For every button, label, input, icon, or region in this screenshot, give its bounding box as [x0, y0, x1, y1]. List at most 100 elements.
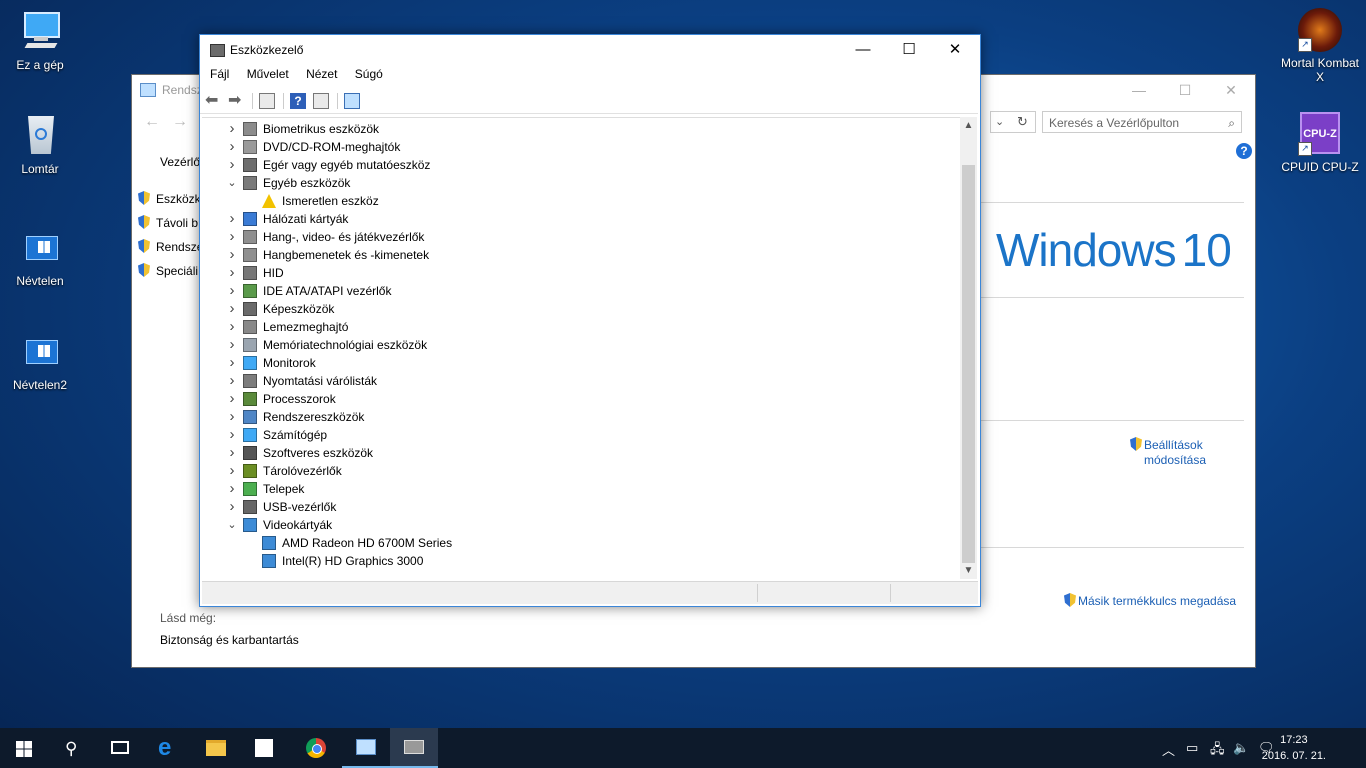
tree-item[interactable]: AMD Radeon HD 6700M Series: [202, 534, 960, 552]
chevron-right-icon[interactable]: ›: [226, 354, 238, 372]
menu-view[interactable]: Nézet: [306, 67, 337, 81]
left-link-advanced[interactable]: Speciáli: [138, 263, 198, 278]
chevron-right-icon[interactable]: ›: [226, 336, 238, 354]
maximize-button[interactable]: ☐: [886, 35, 932, 65]
tree-item[interactable]: › Szoftveres eszközök: [202, 444, 960, 462]
tree-item[interactable]: › Egér vagy egyéb mutatóeszköz: [202, 156, 960, 174]
tree-item[interactable]: › Nyomtatási várólisták: [202, 372, 960, 390]
minimize-button[interactable]: —: [1116, 75, 1162, 105]
close-button[interactable]: ✕: [932, 35, 978, 65]
chevron-right-icon[interactable]: ›: [226, 426, 238, 444]
device-manager-window[interactable]: Eszközkezelő — ☐ ✕ Fájl Művelet Nézet Sú…: [199, 34, 981, 607]
help-icon[interactable]: ?: [290, 93, 306, 109]
desktop-icon-nevtelen2[interactable]: Névtelen2: [0, 330, 80, 392]
desktop-icon-mortal-kombat[interactable]: ↗ Mortal Kombat X: [1280, 8, 1360, 84]
tree-item[interactable]: › Számítógép: [202, 426, 960, 444]
desktop-icon-cpuz[interactable]: CPU-Z ↗ CPUID CPU-Z: [1280, 112, 1360, 174]
chevron-down-icon[interactable]: ⌄: [995, 115, 1004, 128]
chevron-right-icon[interactable]: ›: [226, 264, 238, 282]
chevron-right-icon[interactable]: ›: [226, 390, 238, 408]
show-hide-console-tree-icon[interactable]: [259, 93, 275, 109]
vertical-scrollbar[interactable]: ▲ ▼: [960, 117, 977, 579]
tree-item[interactable]: › Memóriatechnológiai eszközök: [202, 336, 960, 354]
chevron-right-icon[interactable]: ›: [226, 318, 238, 336]
chevron-up-icon[interactable]: ︿: [1162, 740, 1175, 759]
maximize-button[interactable]: ☐: [1162, 75, 1208, 105]
properties-icon[interactable]: [313, 93, 329, 109]
chevron-right-icon[interactable]: ›: [226, 444, 238, 462]
taskbar-store[interactable]: [240, 728, 288, 768]
forward-arrow-icon[interactable]: →: [172, 113, 188, 131]
taskbar-edge[interactable]: e: [144, 728, 192, 768]
tree-item[interactable]: › HID: [202, 264, 960, 282]
device-tree[interactable]: › Biometrikus eszközök › DVD/CD-ROM-meghajt…: [202, 117, 960, 580]
chevron-right-icon[interactable]: ›: [226, 498, 238, 516]
chevron-down-icon[interactable]: ⌄: [226, 516, 238, 534]
back-arrow-icon[interactable]: ⬅: [205, 93, 221, 109]
tree-item[interactable]: › Hangbemenetek és -kimenetek: [202, 246, 960, 264]
taskbar-control-panel[interactable]: [342, 728, 390, 768]
volume-tray-icon[interactable]: 🔈: [1233, 740, 1249, 756]
refresh-icon[interactable]: ↻: [1017, 114, 1028, 130]
tree-item[interactable]: ⌄ Videokártyák: [202, 516, 960, 534]
menu-file[interactable]: Fájl: [210, 67, 229, 81]
tree-item[interactable]: › USB-vezérlők: [202, 498, 960, 516]
tree-item[interactable]: › Rendszereszközök: [202, 408, 960, 426]
search-icon[interactable]: ⌕: [1228, 112, 1235, 134]
battery-tray-icon[interactable]: ▭: [1186, 740, 1198, 756]
back-arrow-icon[interactable]: ←: [144, 113, 160, 131]
scrollbar-thumb[interactable]: [962, 165, 975, 563]
tree-item[interactable]: › Lemezmeghajtó: [202, 318, 960, 336]
desktop-icon-recycle-bin[interactable]: Lomtár: [0, 114, 80, 176]
chevron-right-icon[interactable]: ›: [226, 408, 238, 426]
help-icon[interactable]: ?: [1236, 143, 1252, 159]
close-button[interactable]: ✕: [1208, 75, 1254, 105]
chevron-right-icon[interactable]: ›: [226, 246, 238, 264]
scan-hardware-icon[interactable]: [344, 93, 360, 109]
network-tray-icon[interactable]: 🖧: [1210, 740, 1225, 762]
desktop-icon-nevtelen[interactable]: Névtelen: [0, 226, 80, 288]
chevron-right-icon[interactable]: ›: [226, 120, 238, 138]
scroll-down-icon[interactable]: ▼: [960, 562, 977, 579]
security-maintenance-link[interactable]: Biztonság és karbantartás: [160, 633, 299, 647]
tree-item[interactable]: ⌄ Egyéb eszközök: [202, 174, 960, 192]
tree-item[interactable]: › DVD/CD-ROM-meghajtók: [202, 138, 960, 156]
chevron-right-icon[interactable]: ›: [226, 138, 238, 156]
scroll-up-icon[interactable]: ▲: [960, 117, 977, 134]
start-button[interactable]: [0, 728, 48, 768]
tree-item[interactable]: › Tárolóvezérlők: [202, 462, 960, 480]
task-view-button[interactable]: [96, 728, 144, 768]
forward-arrow-icon[interactable]: ➡: [228, 93, 244, 109]
chevron-right-icon[interactable]: ›: [226, 480, 238, 498]
taskbar-chrome[interactable]: [292, 728, 340, 768]
address-bar-controls[interactable]: ⌄ ↻: [990, 111, 1036, 133]
tree-item[interactable]: › Processzorok: [202, 390, 960, 408]
search-button[interactable]: ⚲: [48, 728, 96, 768]
tree-item[interactable]: Intel(R) HD Graphics 3000: [202, 552, 960, 570]
tree-item[interactable]: › Biometrikus eszközök: [202, 120, 960, 138]
chevron-right-icon[interactable]: ›: [226, 156, 238, 174]
chevron-right-icon[interactable]: ›: [226, 228, 238, 246]
chevron-right-icon[interactable]: ›: [226, 372, 238, 390]
chevron-right-icon[interactable]: ›: [226, 300, 238, 318]
left-link-system-protection[interactable]: Rendsze: [138, 239, 203, 254]
action-center-icon[interactable]: 🗨: [1258, 740, 1275, 756]
chevron-right-icon[interactable]: ›: [226, 210, 238, 228]
chevron-right-icon[interactable]: ›: [226, 282, 238, 300]
tree-item[interactable]: › IDE ATA/ATAPI vezérlők: [202, 282, 960, 300]
change-settings-link[interactable]: Beállítások módosítása: [1130, 437, 1206, 468]
left-link-remote[interactable]: Távoli b: [138, 215, 198, 230]
tree-item[interactable]: Ismeretlen eszköz: [202, 192, 960, 210]
chevron-right-icon[interactable]: ›: [226, 462, 238, 480]
tree-item[interactable]: › Monitorok: [202, 354, 960, 372]
desktop-icon-this-pc[interactable]: Ez a gép: [0, 10, 80, 72]
product-key-link[interactable]: Másik termékkulcs megadása: [1064, 593, 1236, 608]
tree-item[interactable]: › Hálózati kártyák: [202, 210, 960, 228]
minimize-button[interactable]: —: [840, 35, 886, 65]
menu-action[interactable]: Művelet: [247, 67, 289, 81]
left-link-device-manager[interactable]: Eszközk: [138, 191, 201, 206]
tree-item[interactable]: › Hang-, video- és játékvezérlők: [202, 228, 960, 246]
taskbar-device-manager[interactable]: [390, 728, 438, 768]
tree-item[interactable]: › Képeszközök: [202, 300, 960, 318]
tree-item[interactable]: › Telepek: [202, 480, 960, 498]
